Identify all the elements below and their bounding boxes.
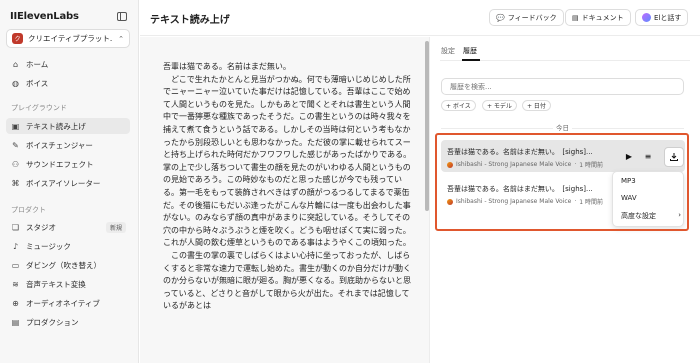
page-title: テキスト読み上げ bbox=[150, 15, 230, 26]
panel-tabs: 設定 履歴 bbox=[441, 46, 477, 56]
sidebar-item-studio[interactable]: ❏ スタジオ 新規 bbox=[6, 219, 130, 235]
sidebar-item-label: ボイスチェンジャー bbox=[26, 140, 93, 150]
editor-scrollbar[interactable] bbox=[425, 41, 429, 211]
text-editor[interactable]: 吾輩は猫である。名前はまだ無い。 どこで生れたかとんと見当がつかぬ。何でも薄暗い… bbox=[140, 37, 430, 363]
sidebar-item-label: ボイス bbox=[26, 78, 49, 88]
tab-settings[interactable]: 設定 bbox=[441, 46, 455, 56]
studio-icon: ❏ bbox=[11, 222, 20, 232]
filter-model-chip[interactable]: + モデル bbox=[482, 100, 517, 111]
sidebar-item-label: 音声テキスト変換 bbox=[26, 279, 86, 289]
docs-button[interactable]: ▤ ドキュメント bbox=[565, 9, 631, 26]
chat-bubble-icon: 💬 bbox=[496, 13, 505, 22]
sidebar-toggle-icon[interactable] bbox=[117, 12, 127, 21]
tab-history[interactable]: 履歴 bbox=[463, 46, 477, 56]
productions-icon: ▤ bbox=[11, 317, 20, 327]
sidebar-item-label: スタジオ bbox=[26, 222, 56, 232]
talk-to-el-button[interactable]: Elと話す bbox=[635, 9, 689, 26]
editor-text[interactable]: 吾輩は猫である。名前はまだ無い。 どこで生れたかとんと見当がつかぬ。何でも薄暗い… bbox=[163, 61, 417, 313]
sidebar-item-label: サウンドエフェクト bbox=[26, 159, 94, 169]
section-title-playground: プレイグラウンド bbox=[11, 104, 67, 112]
sidebar-item-voices[interactable]: ◍ ボイス bbox=[6, 75, 130, 91]
chevron-updown-icon: ⌃ bbox=[118, 34, 124, 43]
audio-native-icon: ⊕ bbox=[12, 298, 19, 308]
sidebar-item-home[interactable]: ⌂ ホーム bbox=[6, 56, 130, 72]
feedback-button[interactable]: 💬 フィードバック bbox=[489, 9, 564, 26]
sidebar-item-music[interactable]: ♪ ミュージック bbox=[6, 238, 130, 254]
sidebar-item-productions[interactable]: ▤ プロダクション bbox=[6, 314, 130, 330]
top-header: テキスト読み上げ 💬 フィードバック ▤ ドキュメント Elと話す bbox=[140, 0, 700, 36]
workspace-selector[interactable]: ク クリエイティブプラット... ⌃ bbox=[6, 29, 130, 48]
sidebar-item-dubbing[interactable]: ▭ ダビング（吹き替え） bbox=[6, 257, 130, 273]
section-title-products: プロダクト bbox=[11, 206, 46, 214]
home-icon: ⌂ bbox=[12, 59, 19, 69]
sidebar-item-text-to-speech[interactable]: ▣ テキスト読み上げ bbox=[6, 118, 130, 134]
sidebar-item-voice-changer[interactable]: ✎ ボイスチェンジャー bbox=[6, 137, 130, 153]
history-search-input[interactable] bbox=[441, 78, 684, 95]
docs-label: ドキュメント bbox=[581, 13, 624, 22]
sidebar-item-label: ミュージック bbox=[26, 241, 71, 251]
feedback-label: フィードバック bbox=[507, 13, 557, 22]
new-badge: 新規 bbox=[105, 221, 126, 233]
speech-to-text-icon: ≋ bbox=[12, 279, 19, 289]
highlight-annotation-box bbox=[435, 133, 689, 231]
sidebar-item-label: ホーム bbox=[26, 59, 49, 69]
workspace-label: クリエイティブプラット... bbox=[28, 34, 114, 43]
sidebar-item-sound-effects[interactable]: ⚇ サウンドエフェクト bbox=[6, 156, 130, 172]
orb-icon bbox=[642, 13, 651, 22]
talk-label: Elと話す bbox=[654, 13, 682, 22]
filter-voice-chip[interactable]: + ボイス bbox=[441, 100, 476, 111]
dubbing-icon: ▭ bbox=[11, 260, 20, 270]
active-tab-indicator bbox=[462, 59, 480, 61]
elevenlabs-logo[interactable]: IIElevenLabs bbox=[10, 11, 79, 22]
voice-icon: ◍ bbox=[12, 78, 19, 88]
sidebar-item-label: プロダクション bbox=[26, 317, 79, 327]
sidebar-item-audio-native[interactable]: ⊕ オーディオネイティブ bbox=[6, 295, 130, 311]
filter-date-chip[interactable]: + 日付 bbox=[522, 100, 551, 111]
tts-icon: ▣ bbox=[11, 121, 20, 131]
voice-changer-icon: ✎ bbox=[12, 140, 19, 150]
sidebar: IIElevenLabs ク クリエイティブプラット... ⌃ ⌂ ホーム ◍ … bbox=[0, 0, 139, 363]
workspace-avatar: ク bbox=[12, 33, 23, 44]
sidebar-item-label: ボイスアイソレーター bbox=[26, 178, 101, 188]
sound-effects-icon: ⚇ bbox=[11, 159, 20, 169]
sidebar-item-voice-isolator[interactable]: ⌘ ボイスアイソレーター bbox=[6, 175, 130, 191]
date-group-label: 今日 bbox=[553, 122, 572, 132]
sidebar-item-speech-to-text[interactable]: ≋ 音声テキスト変換 bbox=[6, 276, 130, 292]
sidebar-item-label: ダビング（吹き替え） bbox=[26, 260, 101, 270]
document-icon: ▤ bbox=[572, 13, 579, 22]
voice-isolator-icon: ⌘ bbox=[11, 178, 20, 188]
sidebar-item-label: オーディオネイティブ bbox=[26, 298, 100, 308]
sidebar-item-label: テキスト読み上げ bbox=[26, 121, 86, 131]
music-icon: ♪ bbox=[12, 241, 19, 251]
